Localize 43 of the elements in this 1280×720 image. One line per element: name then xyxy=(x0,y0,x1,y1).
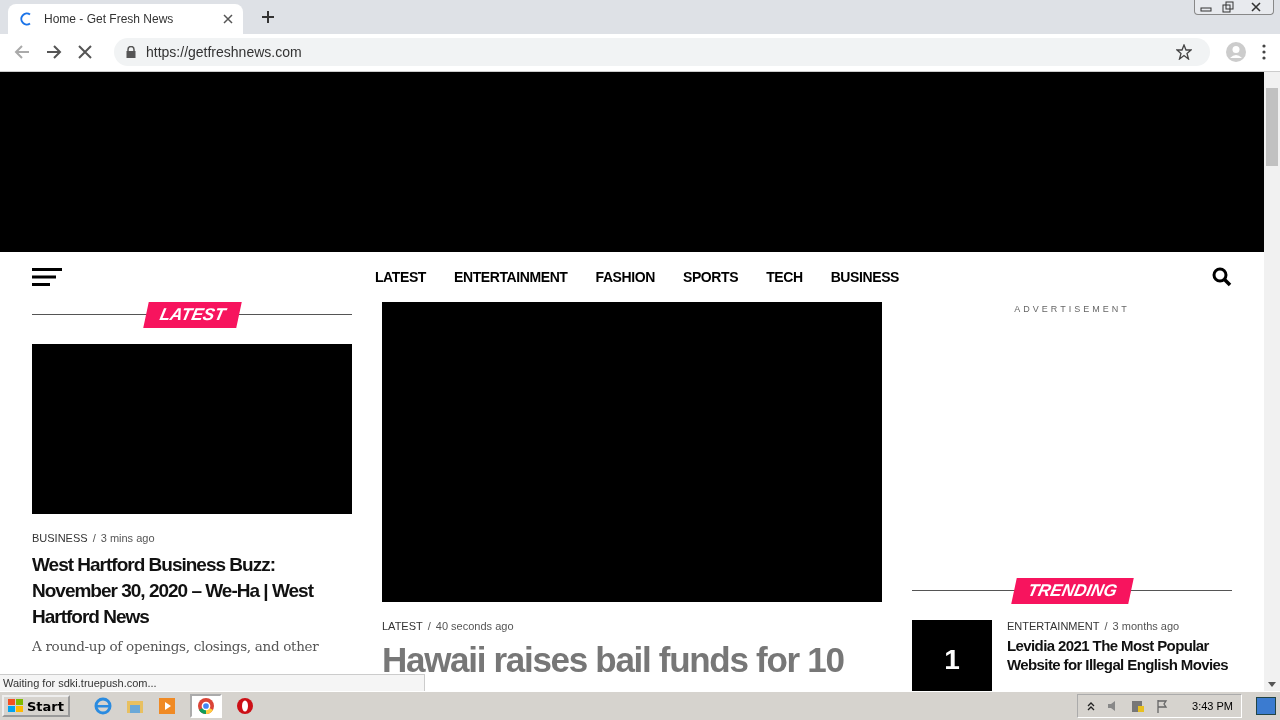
menu-icon[interactable] xyxy=(1262,44,1266,61)
start-button[interactable]: Start xyxy=(2,695,70,718)
article-excerpt: A round-up of openings, closings, and other xyxy=(32,637,320,654)
forward-icon[interactable] xyxy=(46,44,62,61)
clock[interactable]: 3:43 PM xyxy=(1192,700,1233,713)
rank-number: 1 xyxy=(912,619,992,692)
close-icon[interactable] xyxy=(223,13,233,24)
section-heading: LATEST xyxy=(142,301,242,328)
menu-icon[interactable] xyxy=(32,267,62,286)
show-desktop-button[interactable] xyxy=(1256,697,1276,716)
windows-logo-icon xyxy=(8,699,24,714)
search-icon[interactable] xyxy=(1212,266,1232,287)
scroll-down-icon[interactable] xyxy=(1268,682,1276,688)
nav-link[interactable]: FASHION xyxy=(595,268,655,285)
timestamp: 40 seconds ago xyxy=(435,619,514,632)
nav-link[interactable]: BUSINESS xyxy=(830,268,900,285)
chrome-icon xyxy=(197,697,215,716)
browser-tab[interactable]: Home - Get Fresh News xyxy=(8,3,243,34)
star-icon[interactable] xyxy=(1176,44,1192,61)
new-tab-icon[interactable] xyxy=(261,9,275,24)
taskbar-button[interactable] xyxy=(190,694,222,719)
advertisement-label: ADVERTISEMENT xyxy=(1013,303,1131,314)
category-label[interactable]: ENTERTAINMENT xyxy=(1007,619,1100,632)
timestamp: 3 months ago xyxy=(1112,619,1180,632)
status-bubble: Waiting for sdki.truepush.com... xyxy=(0,674,425,692)
opera-icon[interactable] xyxy=(236,697,254,716)
meta-separator: / xyxy=(427,619,431,632)
nav-link[interactable]: SPORTS xyxy=(682,268,739,285)
timestamp: 3 mins ago xyxy=(100,531,155,544)
section-heading: TRENDING xyxy=(1010,577,1134,604)
nav-link[interactable]: LATEST xyxy=(374,268,426,285)
lock-icon xyxy=(126,46,136,59)
address-bar[interactable]: https://getfreshnews.com xyxy=(114,38,1210,67)
stop-icon[interactable] xyxy=(78,45,92,60)
article-title[interactable]: Levidia 2021 The Most Popular Website for Illegal English Movies xyxy=(1007,635,1232,674)
meta-separator: / xyxy=(1104,619,1108,632)
category-label[interactable]: BUSINESS xyxy=(32,531,88,544)
article-title[interactable]: West Hartford Business Buzz: November 30, 2020 – We-Ha | West Hartford News xyxy=(32,551,352,630)
scrollbar-thumb[interactable] xyxy=(1266,87,1278,166)
nav-link[interactable]: TECH xyxy=(766,268,803,285)
nav-link[interactable]: ENTERTAINMENT xyxy=(454,268,568,285)
meta-separator: / xyxy=(92,531,96,544)
category-label[interactable]: LATEST xyxy=(382,619,423,632)
